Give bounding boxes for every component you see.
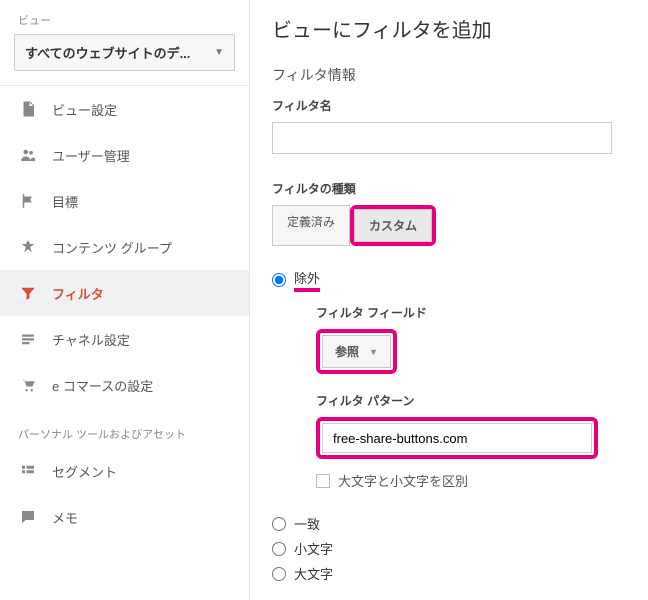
radio-lowercase-label: 小文字 bbox=[294, 539, 333, 558]
flag-icon bbox=[18, 191, 38, 211]
radio-exclude-label: 除外 bbox=[294, 268, 320, 292]
chevron-down-icon: ▼ bbox=[214, 47, 224, 58]
content-group-icon bbox=[18, 237, 38, 257]
sidebar-item-label: メモ bbox=[52, 508, 78, 527]
sidebar-item-ecommerce[interactable]: e コマースの設定 bbox=[0, 362, 249, 408]
users-icon bbox=[18, 145, 38, 165]
sidebar-item-segments[interactable]: セグメント bbox=[0, 448, 249, 494]
sidebar-item-view-settings[interactable]: ビュー設定 bbox=[0, 86, 249, 132]
sidebar-item-label: e コマースの設定 bbox=[52, 376, 153, 395]
highlight-field: 参照 ▼ bbox=[316, 329, 397, 374]
filter-type-label: フィルタの種類 bbox=[272, 180, 626, 197]
radio-lowercase[interactable] bbox=[272, 542, 286, 556]
filter-info-label: フィルタ情報 bbox=[272, 65, 626, 85]
highlight-custom: カスタム bbox=[350, 205, 436, 246]
sidebar-item-label: ビュー設定 bbox=[52, 100, 117, 119]
case-sensitive-checkbox[interactable] bbox=[316, 474, 330, 488]
sidebar-item-label: コンテンツ グループ bbox=[52, 238, 172, 257]
radio-lowercase-row[interactable]: 小文字 bbox=[272, 539, 626, 558]
filter-field-dropdown[interactable]: 参照 ▼ bbox=[322, 335, 391, 368]
chevron-down-icon: ▼ bbox=[369, 347, 378, 357]
sidebar-item-content-groups[interactable]: コンテンツ グループ bbox=[0, 224, 249, 270]
sidebar-item-user-mgmt[interactable]: ユーザー管理 bbox=[0, 132, 249, 178]
case-sensitive-row[interactable]: 大文字と小文字を区別 bbox=[316, 471, 626, 490]
sidebar-item-label: フィルタ bbox=[52, 284, 104, 303]
sidebar-item-label: セグメント bbox=[52, 462, 117, 481]
sidebar-item-goals[interactable]: 目標 bbox=[0, 178, 249, 224]
filter-name-input[interactable] bbox=[272, 122, 612, 154]
channel-icon bbox=[18, 329, 38, 349]
sidebar-item-label: 目標 bbox=[52, 192, 78, 211]
sidebar-item-notes[interactable]: メモ bbox=[0, 494, 249, 540]
sidebar-item-channel[interactable]: チャネル設定 bbox=[0, 316, 249, 362]
filter-type-custom-button[interactable]: カスタム bbox=[354, 209, 432, 242]
filter-type-predefined-button[interactable]: 定義済み bbox=[272, 205, 350, 246]
page-icon bbox=[18, 99, 38, 119]
sidebar-item-label: チャネル設定 bbox=[52, 330, 130, 349]
page-title: ビューにフィルタを追加 bbox=[272, 14, 626, 43]
view-label: ビュー bbox=[0, 8, 249, 34]
sidebar-item-label: ユーザー管理 bbox=[52, 146, 130, 165]
personal-tools-label: パーソナル ツールおよびアセット bbox=[0, 408, 249, 448]
highlight-pattern bbox=[316, 417, 598, 459]
filter-pattern-label: フィルタ パターン bbox=[316, 392, 626, 409]
sidebar-item-filters[interactable]: フィルタ bbox=[0, 270, 249, 316]
sidebar: ビュー すべてのウェブサイトのデ... ▼ ビュー設定 ユーザー管理 目標 bbox=[0, 0, 250, 600]
radio-exclude-row[interactable]: 除外 bbox=[272, 268, 626, 292]
main-content: ビューにフィルタを追加 フィルタ情報 フィルタ名 フィルタの種類 定義済み カス… bbox=[250, 0, 648, 600]
filter-field-label: フィルタ フィールド bbox=[316, 304, 626, 321]
filter-icon bbox=[18, 283, 38, 303]
view-selector-value: すべてのウェブサイトのデ... bbox=[25, 43, 190, 62]
radio-uppercase-label: 大文字 bbox=[294, 564, 333, 583]
filter-field-value: 参照 bbox=[335, 343, 359, 360]
radio-uppercase-row[interactable]: 大文字 bbox=[272, 564, 626, 583]
radio-exclude[interactable] bbox=[272, 273, 286, 287]
filter-pattern-input[interactable] bbox=[322, 423, 592, 453]
filter-type-buttons: 定義済み カスタム bbox=[272, 205, 626, 246]
view-selector[interactable]: すべてのウェブサイトのデ... ▼ bbox=[14, 34, 235, 71]
segment-icon bbox=[18, 461, 38, 481]
radio-match[interactable] bbox=[272, 517, 286, 531]
radio-match-row[interactable]: 一致 bbox=[272, 514, 626, 533]
radio-uppercase[interactable] bbox=[272, 567, 286, 581]
radio-match-label: 一致 bbox=[294, 514, 320, 533]
note-icon bbox=[18, 507, 38, 527]
case-sensitive-label: 大文字と小文字を区別 bbox=[338, 471, 468, 490]
filter-name-label: フィルタ名 bbox=[272, 97, 626, 114]
cart-icon bbox=[18, 375, 38, 395]
